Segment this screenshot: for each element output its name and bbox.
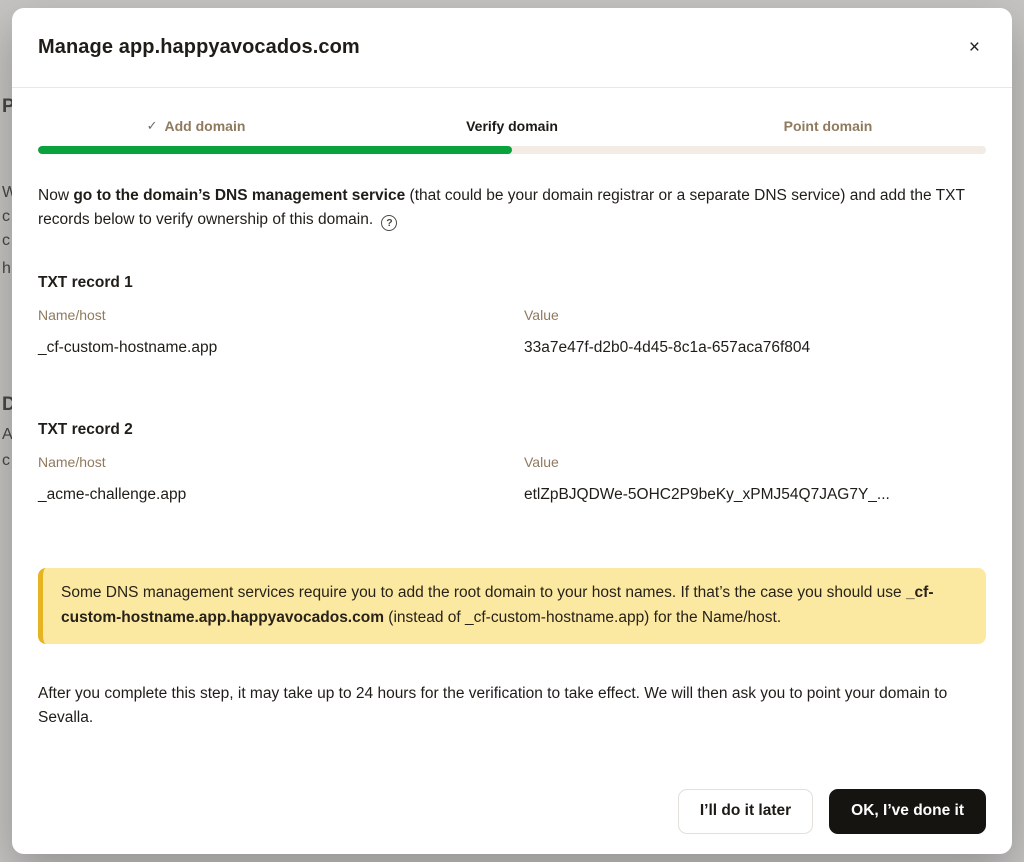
help-icon[interactable]: ?: [381, 215, 397, 231]
txt-record-1: TXT record 1 Name/host Value _cf-custom-…: [38, 274, 986, 357]
progress-bar: [38, 146, 986, 154]
value-label: Value: [524, 454, 986, 470]
dns-warning-callout: Some DNS management services require you…: [38, 568, 986, 644]
record-title: TXT record 2: [38, 421, 986, 439]
value-label: Value: [524, 307, 986, 323]
record-grid: Name/host Value _acme-challenge.app etlZ…: [38, 454, 986, 504]
done-button[interactable]: OK, I’ve done it: [829, 789, 986, 834]
record-value-value: 33a7e47f-d2b0-4d45-8c1a-657aca76f804: [524, 339, 986, 357]
step-verify-domain: Verify domain: [354, 118, 670, 134]
check-icon: ✓: [147, 118, 158, 134]
later-button[interactable]: I’ll do it later: [678, 789, 813, 834]
txt-record-2: TXT record 2 Name/host Value _acme-chall…: [38, 421, 986, 504]
manage-domain-modal: Manage app.happyavocados.com × ✓ Add dom…: [12, 8, 1012, 854]
modal-header: Manage app.happyavocados.com ×: [12, 8, 1012, 88]
record-title: TXT record 1: [38, 274, 986, 292]
modal-footer: I’ll do it later OK, I’ve done it: [12, 771, 1012, 854]
step-label: Add domain: [165, 118, 246, 134]
name-host-label: Name/host: [38, 307, 500, 323]
outro-text: After you complete this step, it may tak…: [38, 682, 986, 730]
record-grid: Name/host Value _cf-custom-hostname.app …: [38, 307, 986, 357]
progress-fill: [38, 146, 512, 154]
step-point-domain: Point domain: [670, 118, 986, 134]
name-host-label: Name/host: [38, 454, 500, 470]
callout-part1: Some DNS management services require you…: [61, 584, 906, 601]
intro-bold: go to the domain’s DNS management servic…: [73, 187, 405, 204]
stepper: ✓ Add domain Verify domain Point domain: [38, 118, 986, 134]
step-label: Point domain: [784, 118, 873, 134]
modal-body: ✓ Add domain Verify domain Point domain …: [12, 88, 1012, 771]
step-label: Verify domain: [466, 118, 558, 134]
modal-title: Manage app.happyavocados.com: [38, 36, 360, 59]
callout-part2: (instead of _cf-custom-hostname.app) for…: [384, 609, 781, 626]
record-name-value: _acme-challenge.app: [38, 486, 500, 504]
record-value-value: etlZpBJQDWe-5OHC2P9beKy_xPMJ54Q7JAG7Y_..…: [524, 486, 986, 504]
close-icon[interactable]: ×: [963, 32, 986, 63]
step-add-domain: ✓ Add domain: [38, 118, 354, 134]
intro-text: Now go to the domain’s DNS management se…: [38, 184, 986, 232]
record-name-value: _cf-custom-hostname.app: [38, 339, 500, 357]
intro-prefix: Now: [38, 187, 73, 204]
